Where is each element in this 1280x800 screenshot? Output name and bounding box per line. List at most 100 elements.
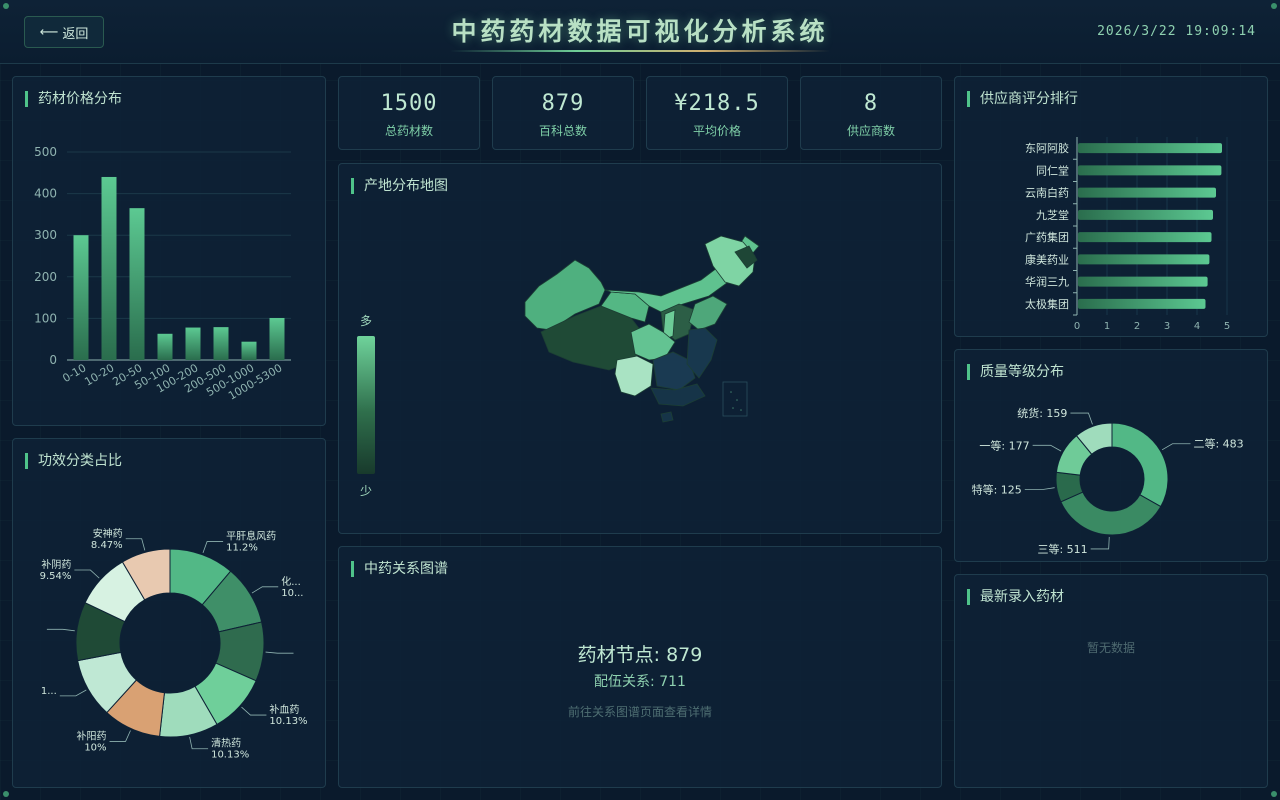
price-distribution-panel: 药材价格分布 0 100 200 300 400 500 0-10 10-20 20-50 50-… xyxy=(12,76,326,426)
x-tick-label: 2 xyxy=(1134,321,1140,332)
supplier-label: 九芝堂 xyxy=(1036,209,1069,222)
map-region xyxy=(660,411,674,423)
china-map[interactable] xyxy=(339,164,941,533)
slice-percent: 10.13% xyxy=(211,750,249,761)
supplier-bar xyxy=(1078,187,1216,198)
slice-percent: 9.54% xyxy=(40,571,72,582)
corner-dot xyxy=(3,3,9,9)
supplier-ranking-panel: 供应商评分排行 0 1 2 3 4 5 东阿阿胶 同仁堂 云南白药 九芝堂 广药集团 康美药业 华润三九… xyxy=(954,76,1268,337)
y-tick-label: 500 xyxy=(34,145,57,159)
slice-label: 化... xyxy=(281,575,301,588)
relationship-graph-panel[interactable]: 中药关系图谱 药材节点: 879 配伍关系: 711 前往关系图谱页面查看详情 xyxy=(338,546,942,788)
supplier-bar xyxy=(1078,276,1208,287)
stat-label: 平均价格 xyxy=(692,124,741,138)
efficacy-panel: 功效分类占比 平肝息风药 11.2% 化... 10... 补血药 10.13% 清热药 10… xyxy=(12,438,326,788)
slice-label: 平肝息风药 xyxy=(226,530,276,543)
leader-line xyxy=(74,569,100,579)
latest-herbs-panel: 最新录入药材 暂无数据 xyxy=(954,574,1268,788)
corner-dot xyxy=(1271,3,1277,9)
x-tick-label: 4 xyxy=(1194,321,1200,332)
donut-slice xyxy=(1111,422,1169,508)
graph-node-count: 药材节点: 879 xyxy=(577,644,703,666)
graph-hint-link[interactable]: 前往关系图谱页面查看详情 xyxy=(339,703,941,720)
supplier-bar xyxy=(1078,298,1206,309)
supplier-label: 康美药业 xyxy=(1025,252,1069,266)
supplier-bar xyxy=(1078,143,1222,154)
slice-label: 1... xyxy=(41,686,57,697)
leader-line xyxy=(1024,487,1055,490)
panel-title: 中药关系图谱 xyxy=(351,561,448,577)
supplier-bar xyxy=(1078,209,1213,220)
slice-label: 清热药 xyxy=(211,737,241,750)
stat-label: 供应商数 xyxy=(846,124,895,138)
supplier-label: 东阿阿胶 xyxy=(1025,141,1069,155)
title-underline xyxy=(450,50,830,52)
leader-line xyxy=(1161,443,1191,451)
supplier-label: 同仁堂 xyxy=(1036,164,1069,177)
stat-value: 1500 xyxy=(380,91,438,116)
leader-line xyxy=(189,736,209,750)
y-tick-label: 400 xyxy=(34,187,57,201)
quality-donut-chart: 二等: 483 三等: 511 特等: 125 一等: 177 统货: 159 xyxy=(972,406,1244,556)
stat-encyclopedia: 879 百科总数 xyxy=(492,76,634,150)
leader-line xyxy=(125,538,146,551)
x-tick-label: 10-20 xyxy=(82,361,116,388)
stat-average-price: ¥218.5 平均价格 xyxy=(646,76,788,150)
supplier-label: 云南白药 xyxy=(1025,186,1069,200)
leader-line xyxy=(46,628,75,632)
map-region xyxy=(614,355,654,397)
price-bar xyxy=(129,208,145,360)
x-tick-label: 1 xyxy=(1104,321,1110,332)
slice-label: 二等: 483 xyxy=(1193,437,1243,451)
supplier-bar-chart: 0 1 2 3 4 5 东阿阿胶同仁堂云南白药九芝堂广药集团康美药业华润三九太极集团 xyxy=(1025,137,1230,332)
top-header: ⟵ 返回 中药药材数据可视化分析系统 2026/3/22 19:09:14 xyxy=(0,0,1280,64)
slice-percent: 8.47% xyxy=(91,540,123,551)
leader-line xyxy=(59,689,87,697)
efficacy-donut-chart: 平肝息风药11.2%化...10...补血药10.13%清热药10.13%补阳药… xyxy=(40,527,308,761)
slice-label: 一等: 177 xyxy=(979,438,1029,452)
stat-suppliers: 8 供应商数 xyxy=(800,76,942,150)
datetime-display: 2026/3/22 19:09:14 xyxy=(1097,24,1256,39)
x-tick-label: 3 xyxy=(1164,321,1170,332)
donut-slice xyxy=(1060,491,1162,536)
price-bar-chart: 01002003004005000-1010-2020-5050-100100-… xyxy=(34,145,291,403)
slice-percent: 10.13% xyxy=(269,716,307,727)
graph-relation-count: 配伍关系: 711 xyxy=(594,674,686,690)
leader-line xyxy=(1032,444,1062,452)
price-bar xyxy=(101,176,117,360)
leader-line xyxy=(109,730,131,742)
stat-label: 总药材数 xyxy=(384,124,433,138)
supplier-bar xyxy=(1078,254,1210,265)
y-tick-label: 300 xyxy=(34,228,57,242)
supplier-label: 广药集团 xyxy=(1025,230,1069,244)
slice-percent: 10... xyxy=(281,588,303,599)
empty-state-text: 暂无数据 xyxy=(1086,641,1135,655)
leader-line xyxy=(202,541,224,553)
leader-line xyxy=(251,586,279,594)
price-bar xyxy=(157,333,173,360)
supplier-bar xyxy=(1078,165,1222,176)
panel-title: 最新录入药材 xyxy=(967,589,1064,605)
slice-percent: 11.2% xyxy=(226,543,258,554)
price-bar xyxy=(269,317,285,360)
price-bar xyxy=(73,235,89,360)
quality-grade-panel: 质量等级分布 二等: 483 三等: 511 特等: 125 一等: 177 统货: 1… xyxy=(954,349,1268,562)
slice-label: 统货: 159 xyxy=(1017,406,1067,420)
supplier-label: 华润三九 xyxy=(1025,275,1069,289)
stat-value: 8 xyxy=(863,91,879,116)
south-china-sea-inset xyxy=(722,381,748,417)
price-bar xyxy=(185,327,201,360)
slice-label: 补血药 xyxy=(269,703,299,716)
stat-total-herbs: 1500 总药材数 xyxy=(338,76,480,150)
y-tick-label: 0 xyxy=(49,353,57,367)
leader-line xyxy=(265,651,294,654)
y-tick-label: 100 xyxy=(34,311,57,325)
supplier-label: 太极集团 xyxy=(1025,297,1069,311)
slice-label: 补阴药 xyxy=(41,558,71,571)
map-region xyxy=(688,295,728,331)
x-tick-label: 5 xyxy=(1224,321,1230,332)
price-bar xyxy=(213,327,229,360)
x-tick-label: 0 xyxy=(1074,321,1080,332)
origin-map-panel: 产地分布地图 多 少 xyxy=(338,163,942,534)
slice-label: 安神药 xyxy=(93,527,123,540)
